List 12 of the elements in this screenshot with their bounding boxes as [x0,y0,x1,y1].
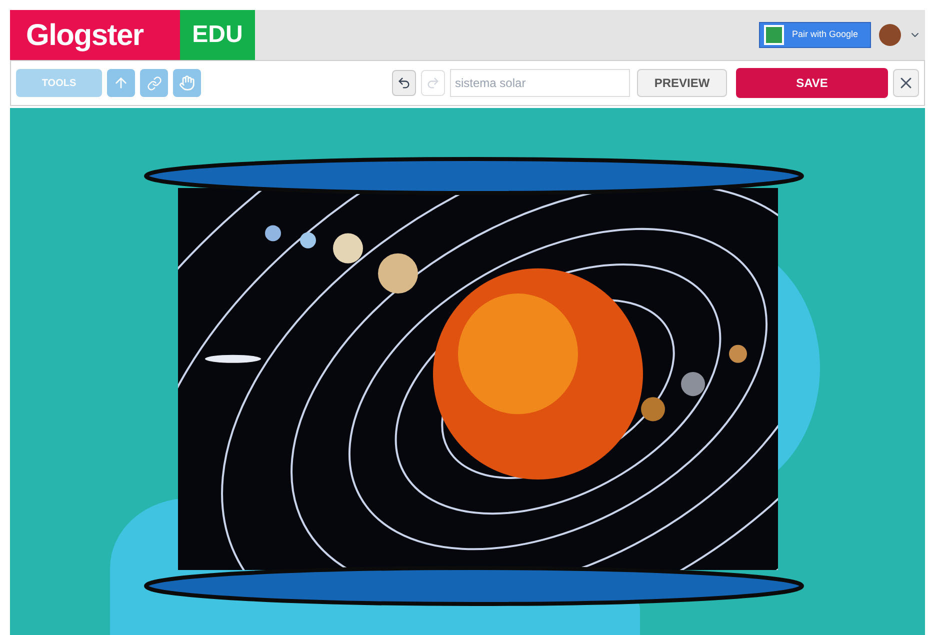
hand-icon [179,75,195,91]
save-button[interactable]: SAVE [736,68,888,98]
google-button[interactable]: Pair with Google [758,22,871,48]
edu-badge: EDU [180,10,255,60]
undo-icon [397,76,411,90]
redo-icon [426,76,440,90]
link-icon [146,76,162,90]
title-field[interactable]: sistema solar [450,69,630,97]
preview-button[interactable]: PREVIEW [637,69,727,97]
undo-button[interactable] [392,70,416,96]
logo[interactable]: Glogster [10,10,180,60]
close-button[interactable] [893,69,919,97]
